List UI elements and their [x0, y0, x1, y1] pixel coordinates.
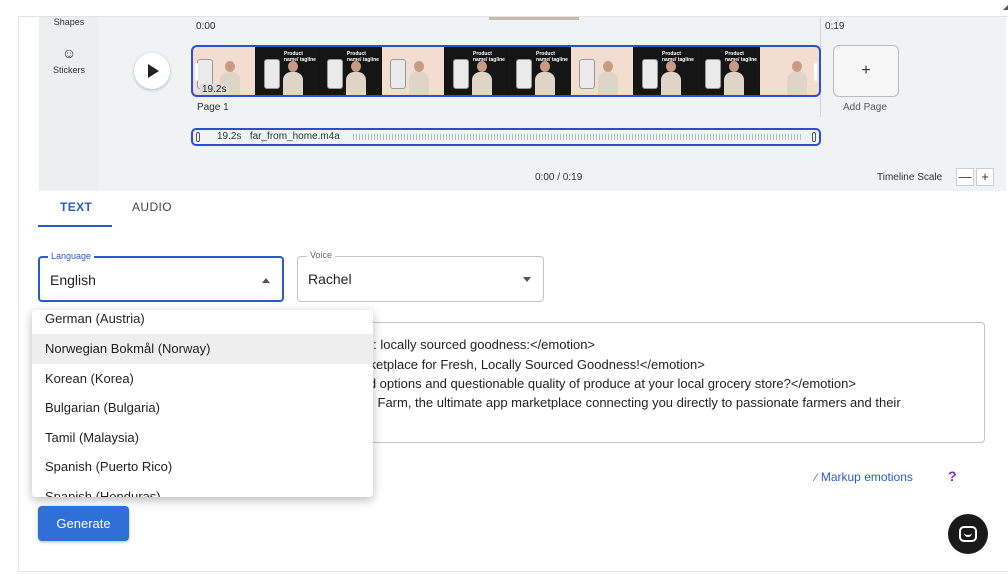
audio-trim-handle-right[interactable] [812, 132, 816, 142]
language-options-list[interactable]: German (Austria) Norwegian Bokmål (Norwa… [32, 310, 373, 497]
video-track[interactable]: Product name/ tagline Product name/ tagl… [191, 45, 821, 97]
script-line: rm: locally sourced goodness:</emotion> [358, 337, 596, 352]
clip-thumbnail: Product name/ tagline [697, 47, 760, 95]
plus-icon: + [861, 62, 871, 79]
audio-track[interactable]: 19.2s far_from_home.m4a [191, 128, 821, 146]
chat-launcher-button[interactable] [948, 514, 988, 554]
chevron-down-icon [523, 277, 531, 282]
language-option[interactable]: Norwegian Bokmål (Norway) [32, 334, 373, 364]
audio-duration: 19.2s [217, 131, 242, 142]
clip-thumbnail: Product name/ tagline [634, 47, 697, 95]
canvas-preview-edge [489, 17, 579, 20]
time-start: 0:00 [196, 21, 216, 32]
wand-icon: ⁄ [815, 472, 817, 484]
clip-thumbnail [571, 47, 634, 95]
language-label: Language [48, 251, 95, 261]
chevron-up-icon [262, 278, 270, 283]
language-option[interactable]: Tamil (Malaysia) [32, 423, 373, 453]
clip-thumbnail [760, 47, 819, 95]
clip-thumbnail: Product name/ tagline [256, 47, 319, 95]
time-end: 0:19 [825, 21, 845, 32]
rail-item-stickers[interactable]: ☺ Stickers [39, 45, 99, 75]
rail-item-shapes-label: Shapes [53, 17, 85, 27]
video-trim-handle-left[interactable] [195, 63, 198, 81]
audio-trim-handle-left[interactable] [196, 132, 200, 142]
rail-item-shapes[interactable]: Shapes [39, 17, 99, 27]
video-trim-handle-right[interactable] [814, 63, 817, 81]
markup-emotions-link[interactable]: ⁄ Markup emotions [815, 470, 913, 484]
voice-select[interactable]: Voice Rachel [297, 250, 544, 302]
language-value: English [50, 272, 96, 288]
corner-mark: ◢ [1003, 2, 1008, 11]
zoom-in-button[interactable]: + [976, 168, 994, 186]
language-option[interactable]: German (Austria) [32, 310, 373, 334]
tab-text[interactable]: TEXT [60, 200, 92, 214]
script-line: l Farm, the ultimate app marketplace con… [371, 395, 901, 410]
voice-value: Rachel [308, 271, 352, 287]
timeline-scale-label: Timeline Scale [877, 172, 943, 183]
play-icon [148, 64, 159, 78]
tab-audio[interactable]: AUDIO [132, 200, 172, 214]
language-option[interactable]: Korean (Korea) [32, 364, 373, 394]
language-option[interactable]: Spanish (Honduras) [32, 482, 373, 497]
language-option[interactable]: Bulgarian (Bulgaria) [32, 393, 373, 423]
markup-emotions-label: Markup emotions [820, 470, 913, 484]
clip-duration: 19.2s [200, 84, 229, 95]
timeline-editor: Shapes ☺ Stickers 0:00 0:19 Product name… [39, 17, 1006, 191]
script-line: arketplace for Fresh, Locally Sourced Go… [358, 357, 705, 372]
clip-thumbnail: Product name/ tagline [508, 47, 571, 95]
add-page-button[interactable]: + [833, 45, 899, 97]
clip-thumbnail: Product name/ tagline [319, 47, 382, 95]
voice-label: Voice [307, 250, 336, 260]
audio-waveform [353, 134, 803, 140]
language-option[interactable]: Spanish (Puerto Rico) [32, 452, 373, 482]
zoom-out-button[interactable]: — [956, 168, 974, 186]
help-icon[interactable]: ? [948, 468, 957, 484]
audio-filename: far_from_home.m4a [249, 131, 340, 142]
language-select[interactable]: Language English [38, 251, 284, 302]
playback-time: 0:00 / 0:19 [535, 172, 583, 183]
clip-thumbnail: Product name/ tagline [445, 47, 508, 95]
script-line: ted options and questionable quality of … [358, 376, 856, 391]
generate-button[interactable]: Generate [38, 506, 129, 541]
active-tab-indicator [38, 225, 112, 227]
audio-track-info: 19.2s far_from_home.m4a [217, 131, 340, 142]
chat-icon [959, 526, 977, 542]
smile-icon: ☺ [61, 45, 77, 61]
play-button[interactable] [134, 53, 170, 89]
left-rail: Shapes ☺ Stickers [39, 17, 99, 191]
rail-item-stickers-label: Stickers [52, 65, 85, 75]
clip-thumbnail [382, 47, 445, 95]
page-label: Page 1 [197, 102, 229, 113]
add-page-label: Add Page [843, 102, 887, 113]
